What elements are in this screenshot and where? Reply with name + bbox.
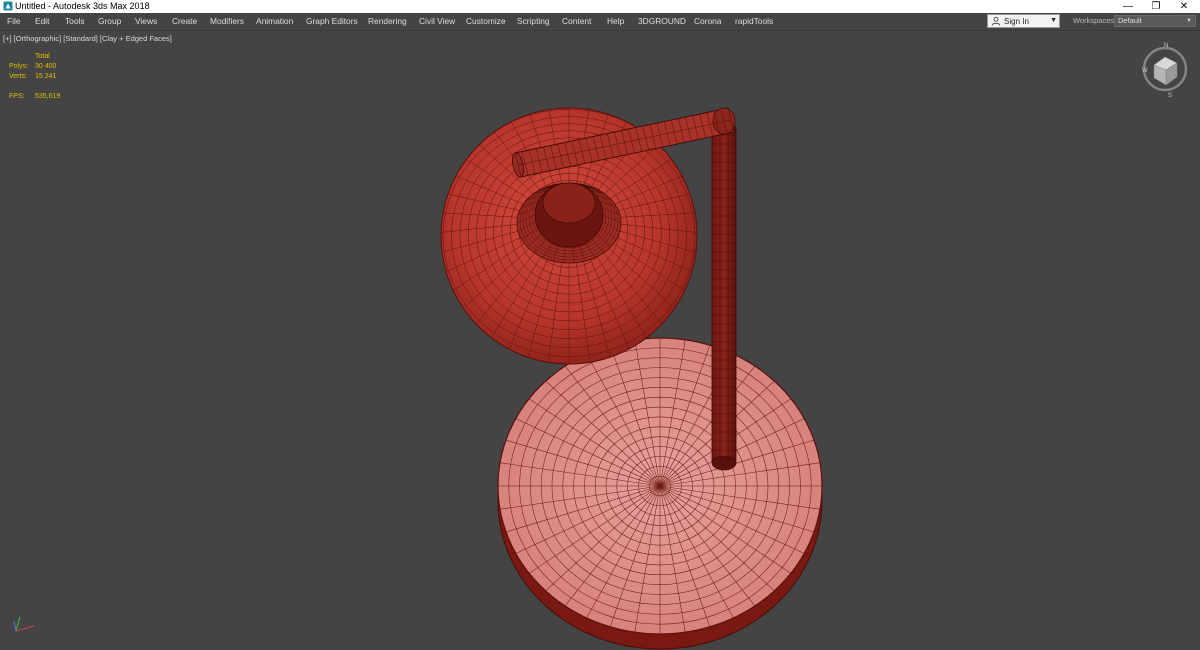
lamp-base[interactable] bbox=[490, 330, 830, 650]
viewport-scene[interactable]: W S N bbox=[0, 31, 1200, 650]
lamp-pole[interactable] bbox=[711, 122, 737, 471]
viewcube-icon[interactable]: W S N bbox=[1142, 43, 1188, 99]
menu-tools[interactable]: Tools bbox=[65, 13, 85, 30]
menu-group[interactable]: Group bbox=[98, 13, 121, 30]
svg-text:W: W bbox=[1142, 68, 1148, 74]
minimize-button[interactable]: — bbox=[1114, 0, 1142, 13]
svg-text:S: S bbox=[1168, 93, 1172, 99]
menu-3dground[interactable]: 3DGROUND bbox=[638, 13, 686, 30]
workspaces-value: Default bbox=[1118, 16, 1142, 25]
menu-views[interactable]: Views bbox=[135, 13, 157, 30]
svg-text:N: N bbox=[1164, 43, 1168, 49]
menu-rapidtools[interactable]: rapidTools bbox=[735, 13, 773, 30]
chevron-down-icon: ▼ bbox=[1050, 17, 1057, 24]
sign-in-dropdown[interactable]: Sign In ▼ bbox=[987, 14, 1060, 28]
title-bar: Untitled - Autodesk 3ds Max 2018 — ❐ ✕ bbox=[0, 0, 1200, 13]
menu-content[interactable]: Content bbox=[562, 13, 591, 30]
close-button[interactable]: ✕ bbox=[1170, 0, 1198, 13]
menu-graph-editors[interactable]: Graph Editors bbox=[306, 13, 358, 30]
sign-in-label: Sign In bbox=[1004, 17, 1029, 26]
app-logo-icon bbox=[3, 1, 13, 11]
menu-corona[interactable]: Corona bbox=[694, 13, 721, 30]
restore-button[interactable]: ❐ bbox=[1142, 0, 1170, 13]
menu-edit[interactable]: Edit bbox=[35, 13, 49, 30]
chevron-down-icon: ▼ bbox=[1186, 18, 1192, 24]
menu-rendering[interactable]: Rendering bbox=[368, 13, 407, 30]
menu-help[interactable]: Help bbox=[607, 13, 624, 30]
window-title: Untitled - Autodesk 3ds Max 2018 bbox=[15, 1, 150, 11]
menu-modifiers[interactable]: Modifiers bbox=[210, 13, 244, 30]
user-icon bbox=[991, 16, 1001, 26]
menu-animation[interactable]: Animation bbox=[256, 13, 293, 30]
workspaces-select[interactable]: Default ▼ bbox=[1114, 15, 1196, 27]
menu-file[interactable]: File bbox=[7, 13, 21, 30]
perspective-viewport[interactable]: [+] [Orthographic] [Standard] [Clay + Ed… bbox=[0, 30, 1200, 650]
axis-tripod-icon bbox=[13, 616, 35, 632]
menu-civil-view[interactable]: Civil View bbox=[419, 13, 455, 30]
menu-customize[interactable]: Customize bbox=[466, 13, 506, 30]
menu-scripting[interactable]: Scripting bbox=[517, 13, 550, 30]
menu-create[interactable]: Create bbox=[172, 13, 197, 30]
workspaces-label: Workspaces: bbox=[1073, 16, 1117, 25]
